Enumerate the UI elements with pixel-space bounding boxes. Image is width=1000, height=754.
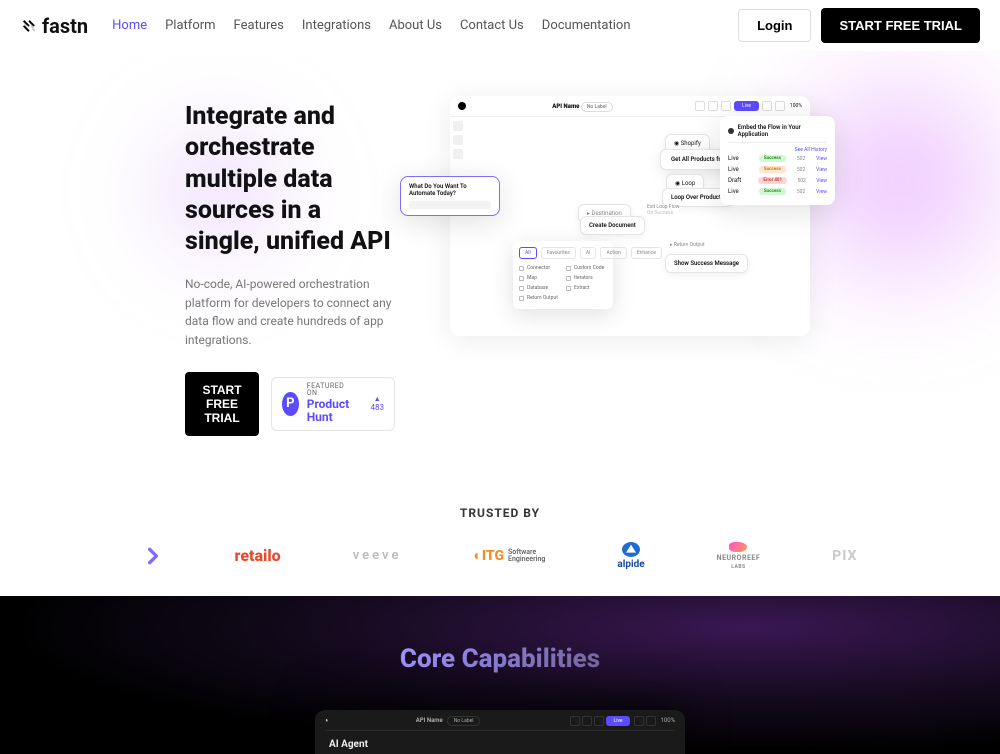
hero-trial-button[interactable]: START FREE TRIAL — [185, 372, 259, 436]
partner-logo-itg: ◐ITG SoftwareEngineering — [473, 542, 545, 570]
partner-logos: retailo veeve ◐ITG SoftwareEngineering a… — [0, 542, 1000, 570]
ai-agent-label: AI Agent — [325, 737, 675, 754]
panel-tab-all: All — [519, 247, 537, 259]
toolbar-icon — [646, 716, 656, 726]
nav-link-integrations[interactable]: Integrations — [302, 18, 371, 33]
partner-logo — [143, 542, 163, 570]
toolbar-icon — [594, 716, 604, 726]
ph-name: Product Hunt — [307, 398, 357, 424]
partner-logo-retailo: retailo — [235, 542, 281, 570]
history-table-card: Embed the Flow in Your Application See A… — [720, 116, 835, 205]
zoom-label: 100% — [660, 717, 675, 724]
toolbar-icon — [721, 101, 731, 111]
live-button: Live — [606, 716, 631, 726]
panel-item: Map — [519, 273, 560, 283]
zoom-label: 100% — [790, 103, 802, 109]
panel-item: Return Output — [519, 293, 560, 303]
sidebar-icon — [453, 149, 463, 159]
dot-icon — [728, 128, 734, 134]
partner-logo-neuroreef: NEUROREEF LABS — [717, 542, 761, 570]
toolbar-icon — [634, 716, 644, 726]
table-header: Embed the Flow in Your Application — [738, 124, 827, 138]
nav-links: Home Platform Features Integrations Abou… — [112, 18, 630, 33]
hero-actions: START FREE TRIAL P FEATURED ON Product H… — [185, 372, 395, 436]
hero-title: Integrate and orchestrate multiple data … — [185, 101, 395, 257]
panel-tab-action: Action — [600, 247, 626, 259]
api-name-label: API Name — [416, 717, 443, 724]
toolbar-icon — [762, 101, 772, 111]
login-button[interactable]: Login — [738, 9, 811, 42]
core-topbar: ◗ API Name No Label Live 100% — [325, 716, 675, 731]
core-preview-frame: ◗ API Name No Label Live 100% AI Agent — [315, 710, 685, 754]
ph-upvote-count: ▲ 483 — [371, 395, 385, 412]
sidebar-icon — [453, 121, 463, 131]
panel-tab-enhance: Enhance — [631, 247, 662, 259]
hero-section: Integrate and orchestrate multiple data … — [0, 51, 1000, 466]
toolbar-icon — [570, 716, 580, 726]
panel-item: Extract — [566, 283, 607, 293]
start-trial-button[interactable]: START FREE TRIAL — [821, 8, 980, 43]
brand-logo[interactable]: fastn — [20, 14, 88, 38]
sidebar-icon — [453, 135, 463, 145]
brand-name: fastn — [42, 14, 88, 38]
core-section: Core Capabilities ◗ API Name No Label Li… — [0, 596, 1000, 754]
nav-link-features[interactable]: Features — [234, 18, 284, 33]
blob-icon — [729, 542, 747, 552]
toolbar-icon — [582, 716, 592, 726]
no-label-pill: No Label — [447, 716, 481, 726]
flow-node-showmsg: Show Success Message — [665, 254, 748, 273]
flow-node-return-label: ▸ Return Output — [670, 242, 705, 248]
trusted-title: TRUSTED BY — [0, 506, 1000, 520]
nav-link-docs[interactable]: Documentation — [542, 18, 631, 33]
prompt-question: What Do You Want To Automate Today? — [409, 183, 491, 197]
app-topbar: API Name No Label Live 100% — [450, 96, 810, 117]
hero-content: Integrate and orchestrate multiple data … — [185, 101, 395, 436]
live-button: Live — [734, 101, 759, 111]
panel-item: Connector — [519, 263, 560, 273]
upvote-icon: ▲ — [374, 395, 381, 403]
table-row: DraftError 401502View — [728, 175, 827, 186]
table-row: LiveSuccess502View — [728, 186, 827, 197]
panel-item: Custom Code — [566, 263, 607, 273]
partner-logo-veeve: veeve — [353, 542, 402, 570]
panel-tab-fav: Favourites — [541, 247, 576, 259]
actions-panel: All Favourites AI Action Enhance Connect… — [513, 241, 613, 309]
toolbar-icon — [775, 101, 785, 111]
ph-featured-label: FEATURED ON — [307, 383, 357, 398]
table-row: LiveSuccess502View — [728, 153, 827, 164]
brand-logo-icon — [20, 17, 38, 35]
nav-link-platform[interactable]: Platform — [165, 18, 215, 33]
hero-visual: API Name No Label Live 100% ◉ Shopify G — [405, 101, 1000, 436]
navbar: fastn Home Platform Features Integration… — [0, 0, 1000, 51]
nav-link-about[interactable]: About Us — [389, 18, 442, 33]
app-sidebar — [453, 121, 463, 159]
panel-item: Database — [519, 283, 560, 293]
nav-link-home[interactable]: Home — [112, 18, 147, 33]
trusted-section: TRUSTED BY retailo veeve ◐ITG SoftwareEn… — [0, 466, 1000, 596]
core-title: Core Capabilities — [0, 644, 1000, 674]
app-logo-icon — [458, 102, 466, 110]
flow-node-create: Create Document — [580, 216, 645, 235]
prompt-card: What Do You Want To Automate Today? — [400, 176, 500, 216]
toolbar-icon — [695, 101, 705, 111]
partner-logo-pixl: PIX — [832, 542, 857, 570]
panel-item: Iterators — [566, 273, 607, 283]
brand-icon: ◗ — [325, 717, 329, 724]
hero-subtitle: No-code, AI-powered orchestration platfo… — [185, 275, 395, 349]
prompt-input — [409, 201, 491, 209]
product-hunt-badge[interactable]: P FEATURED ON Product Hunt ▲ 483 — [271, 377, 395, 431]
nav-link-contact[interactable]: Contact Us — [460, 18, 524, 33]
product-hunt-icon: P — [282, 392, 299, 416]
see-all-link: See All History — [795, 147, 827, 153]
table-row: LiveSuccess502View — [728, 164, 827, 175]
toolbar-icon — [708, 101, 718, 111]
api-name-label: API Name No Label — [552, 103, 612, 110]
flow-node-exit: Exit Loop FlowOn Success — [647, 204, 679, 216]
partner-logo-alpide: alpide — [617, 542, 644, 570]
panel-tab-ai: AI — [580, 247, 597, 259]
triangle-icon — [622, 542, 640, 557]
